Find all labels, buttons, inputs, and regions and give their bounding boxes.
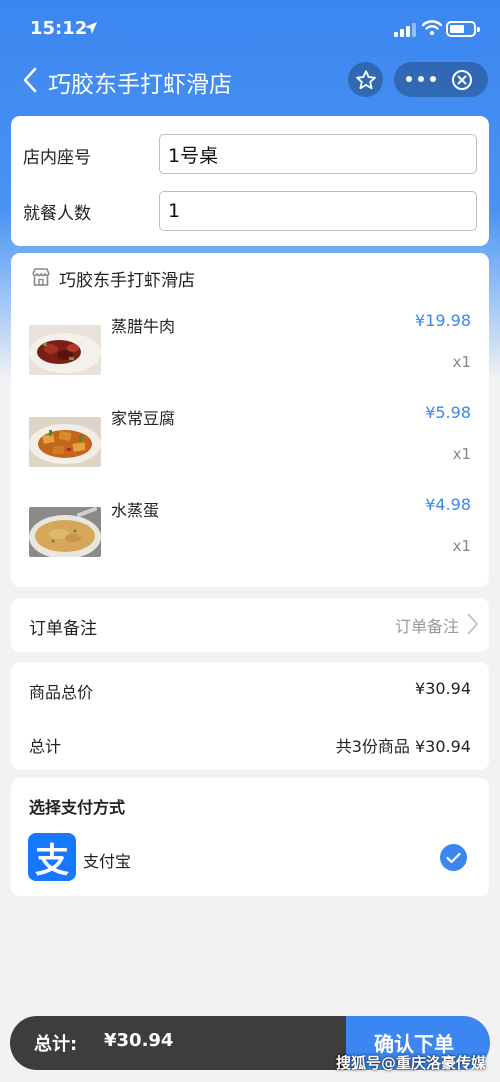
wifi-icon [421, 20, 443, 40]
status-bar: 15:12 [0, 0, 500, 56]
order-item[interactable]: 家常豆腐 ¥5.98 x1 [11, 403, 489, 475]
payment-method-title: 选择支付方式 [29, 798, 126, 817]
grand-total-label: 总计 [29, 737, 62, 756]
table-number-label: 店内座号 [23, 148, 91, 168]
diners-count-input[interactable] [159, 191, 477, 231]
navigation-bar: 巧胶东手打虾滑店 [0, 56, 500, 106]
payment-method-card: 选择支付方式 支 支付宝 [11, 778, 489, 896]
dish-name: 蒸腊牛肉 [111, 317, 176, 336]
goods-total-value: ¥30.94 [415, 679, 471, 698]
dish-image [29, 507, 101, 557]
dish-name: 家常豆腐 [111, 409, 176, 428]
price-summary-card: 商品总价 ¥30.94 总计 共3份商品 ¥30.94 [11, 662, 489, 770]
back-arrow-icon[interactable] [22, 66, 38, 98]
order-item[interactable]: 蒸腊牛肉 ¥19.98 x1 [11, 311, 489, 383]
location-arrow-icon [84, 20, 98, 39]
order-note-placeholder: 订单备注 [394, 617, 459, 636]
goods-total-label: 商品总价 [29, 683, 94, 702]
dish-quantity: x1 [452, 537, 471, 555]
page-title: 巧胶东手打虾滑店 [48, 72, 232, 98]
dish-price: ¥19.98 [415, 311, 471, 330]
close-icon[interactable] [451, 69, 473, 95]
dish-image [29, 417, 101, 467]
battery-icon [446, 21, 480, 37]
grand-total-value: 共3份商品 ¥30.94 [335, 737, 471, 756]
table-number-input[interactable] [159, 134, 477, 174]
order-note-label: 订单备注 [29, 619, 97, 639]
dish-name: 水蒸蛋 [111, 501, 160, 520]
status-time: 15:12 [30, 18, 88, 39]
diners-count-label: 就餐人数 [23, 204, 91, 224]
alipay-icon: 支 [28, 833, 76, 881]
shop-name: 巧胶东手打虾滑店 [59, 271, 195, 291]
dish-quantity: x1 [452, 353, 471, 371]
order-items-card: 巧胶东手打虾滑店 蒸腊牛肉 ¥19.98 x1 家常豆腐 ¥5.98 x1 水蒸… [11, 253, 489, 587]
chevron-right-icon [465, 612, 479, 640]
cellular-signal-icon [394, 22, 416, 41]
payment-method-name[interactable]: 支付宝 [83, 848, 131, 872]
checkout-total-value: ¥30.94 [104, 1030, 174, 1051]
dish-price: ¥4.98 [425, 495, 471, 514]
dish-image [29, 325, 101, 375]
dish-price: ¥5.98 [425, 403, 471, 422]
more-icon[interactable] [406, 70, 436, 88]
mini-program-capsule [394, 62, 488, 97]
seat-info-card: 店内座号 就餐人数 [11, 116, 489, 246]
order-note-row[interactable]: 订单备注 订单备注 [11, 598, 489, 652]
dish-quantity: x1 [452, 445, 471, 463]
star-icon [355, 69, 376, 89]
favorite-button[interactable] [348, 62, 383, 97]
shop-icon [31, 267, 51, 291]
checkout-total-area: 总计: ¥30.94 [10, 1016, 346, 1070]
order-item[interactable]: 水蒸蛋 ¥4.98 x1 [11, 495, 489, 567]
selected-check-icon[interactable] [440, 844, 467, 871]
watermark: 搜狐号@重庆洛豪传媒 [335, 1054, 486, 1072]
checkout-total-label: 总计: [34, 1034, 78, 1055]
